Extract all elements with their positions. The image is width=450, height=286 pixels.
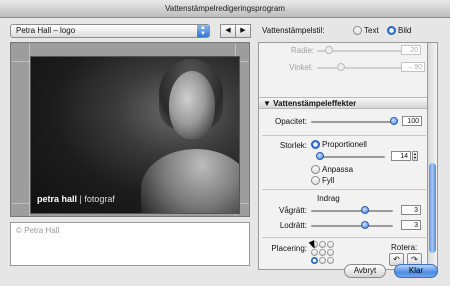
angle-slider-knob[interactable]	[337, 63, 345, 71]
size-fit-radio[interactable]: Anpassa	[311, 165, 353, 174]
indent-horizontal-label: Vågrätt:	[278, 206, 307, 215]
radius-slider-knob[interactable]	[325, 46, 333, 54]
effects-section-header[interactable]: ▼ Vattenstämpeleffekter	[259, 97, 427, 109]
radio-button-icon	[311, 176, 320, 185]
radio-button-icon	[311, 165, 320, 174]
opacity-field[interactable]: 100	[402, 116, 422, 126]
watermark-word: fotograf	[84, 194, 115, 204]
placement-top-right[interactable]	[327, 241, 334, 248]
radio-button-selected-icon	[311, 140, 320, 149]
indent-vertical-knob[interactable]	[361, 221, 369, 229]
portrait-shoulders	[141, 149, 239, 213]
cancel-button-label: Avbryt	[353, 266, 377, 275]
next-preset-button[interactable]: ▶	[235, 24, 251, 38]
watermark-overlay[interactable]: petra hall | fotograf	[37, 194, 115, 204]
placement-bottom-right[interactable]	[327, 257, 334, 264]
divider	[262, 189, 426, 190]
preset-select-value: Petra Hall – logo	[16, 26, 76, 35]
effects-header-label: Vattenstämpeleffekter	[273, 99, 357, 108]
size-slider-knob[interactable]	[316, 152, 324, 160]
opacity-label: Opacitet:	[274, 117, 307, 126]
angle-label: Vinkel:	[289, 63, 313, 72]
size-label: Storlek:	[279, 141, 307, 150]
style-image-radio[interactable]: Bild	[387, 26, 411, 35]
copyright-field[interactable]: © Petra Hall	[10, 222, 250, 266]
size-slider-track[interactable]	[319, 156, 385, 158]
select-arrows-icon: ▲ ▼	[197, 25, 209, 37]
previous-preset-button[interactable]: ◀	[220, 24, 236, 38]
divider	[262, 237, 426, 238]
placement-middle-right[interactable]	[327, 249, 334, 256]
preset-select[interactable]: Petra Hall – logo ▲ ▼	[10, 24, 210, 38]
done-button[interactable]: Klar	[394, 264, 438, 278]
divider	[262, 135, 426, 136]
size-fill-radio[interactable]: Fyll	[311, 176, 334, 185]
done-button-label: Klar	[408, 266, 424, 275]
placement-label: Placering:	[271, 244, 307, 253]
size-option-label: Proportionell	[322, 140, 367, 149]
size-proportional-radio[interactable]: Proportionell	[311, 140, 367, 149]
next-arrow-icon: ▶	[240, 27, 246, 34]
window-body: Petra Hall – logo ▲ ▼ ◀ ▶ petra hall | fo…	[0, 18, 450, 286]
style-image-label: Bild	[398, 26, 412, 35]
placement-middle-left[interactable]	[311, 249, 318, 256]
portrait-face	[169, 71, 215, 139]
radius-label: Radie:	[291, 46, 315, 55]
radio-button-icon	[353, 26, 362, 35]
disclosure-triangle-icon: ▼	[263, 99, 274, 108]
settings-scrollbar[interactable]	[428, 42, 438, 270]
window-title-bar: Vattenstämpelredigeringsprogram	[0, 0, 450, 18]
cancel-button[interactable]: Avbryt	[344, 264, 386, 278]
watermark-name: petra hall	[37, 194, 78, 204]
watermark-style-label: Vattenstämpelstil:	[262, 26, 325, 35]
size-field[interactable]: 14	[391, 151, 411, 161]
indent-horizontal-track[interactable]	[311, 210, 393, 212]
angle-slider-track[interactable]	[317, 67, 402, 69]
indent-vertical-track[interactable]	[311, 225, 393, 227]
style-text-radio[interactable]: Text	[353, 26, 379, 35]
rotate-label: Rotera:	[391, 243, 418, 252]
rotate-left-icon: ↶	[393, 255, 400, 264]
window-title: Vattenstämpelredigeringsprogram	[165, 4, 285, 13]
angle-field[interactable]: – 90	[401, 62, 425, 72]
size-option-label: Fyll	[322, 176, 335, 185]
indent-vertical-field[interactable]: 3	[401, 220, 421, 230]
rotate-right-icon: ↷	[411, 255, 418, 264]
radio-button-selected-icon	[387, 26, 396, 35]
radius-field[interactable]: 20	[401, 45, 421, 55]
preview-photo: petra hall | fotograf	[30, 56, 240, 214]
copyright-text: © Petra Hall	[16, 226, 60, 235]
opacity-slider-track[interactable]	[311, 121, 395, 123]
indent-horizontal-knob[interactable]	[361, 206, 369, 214]
placement-bottom-center[interactable]	[319, 257, 326, 264]
placement-bottom-left[interactable]	[311, 257, 318, 264]
indent-vertical-label: Lodrätt:	[279, 221, 307, 230]
indent-label: Indrag	[317, 194, 340, 203]
settings-panel: Radie: 20 Vinkel: – 90 ▼ Vattenstämpelef…	[258, 42, 428, 270]
indent-horizontal-field[interactable]: 3	[401, 205, 421, 215]
previous-arrow-icon: ◀	[225, 27, 231, 34]
size-option-label: Anpassa	[322, 165, 354, 174]
style-text-label: Text	[364, 26, 379, 35]
scrollbar-thumb[interactable]	[429, 163, 436, 253]
opacity-slider-knob[interactable]	[390, 117, 398, 125]
placement-center[interactable]	[319, 249, 326, 256]
size-stepper[interactable]: ▲ ▼	[412, 151, 418, 161]
placement-top-center[interactable]	[319, 241, 326, 248]
